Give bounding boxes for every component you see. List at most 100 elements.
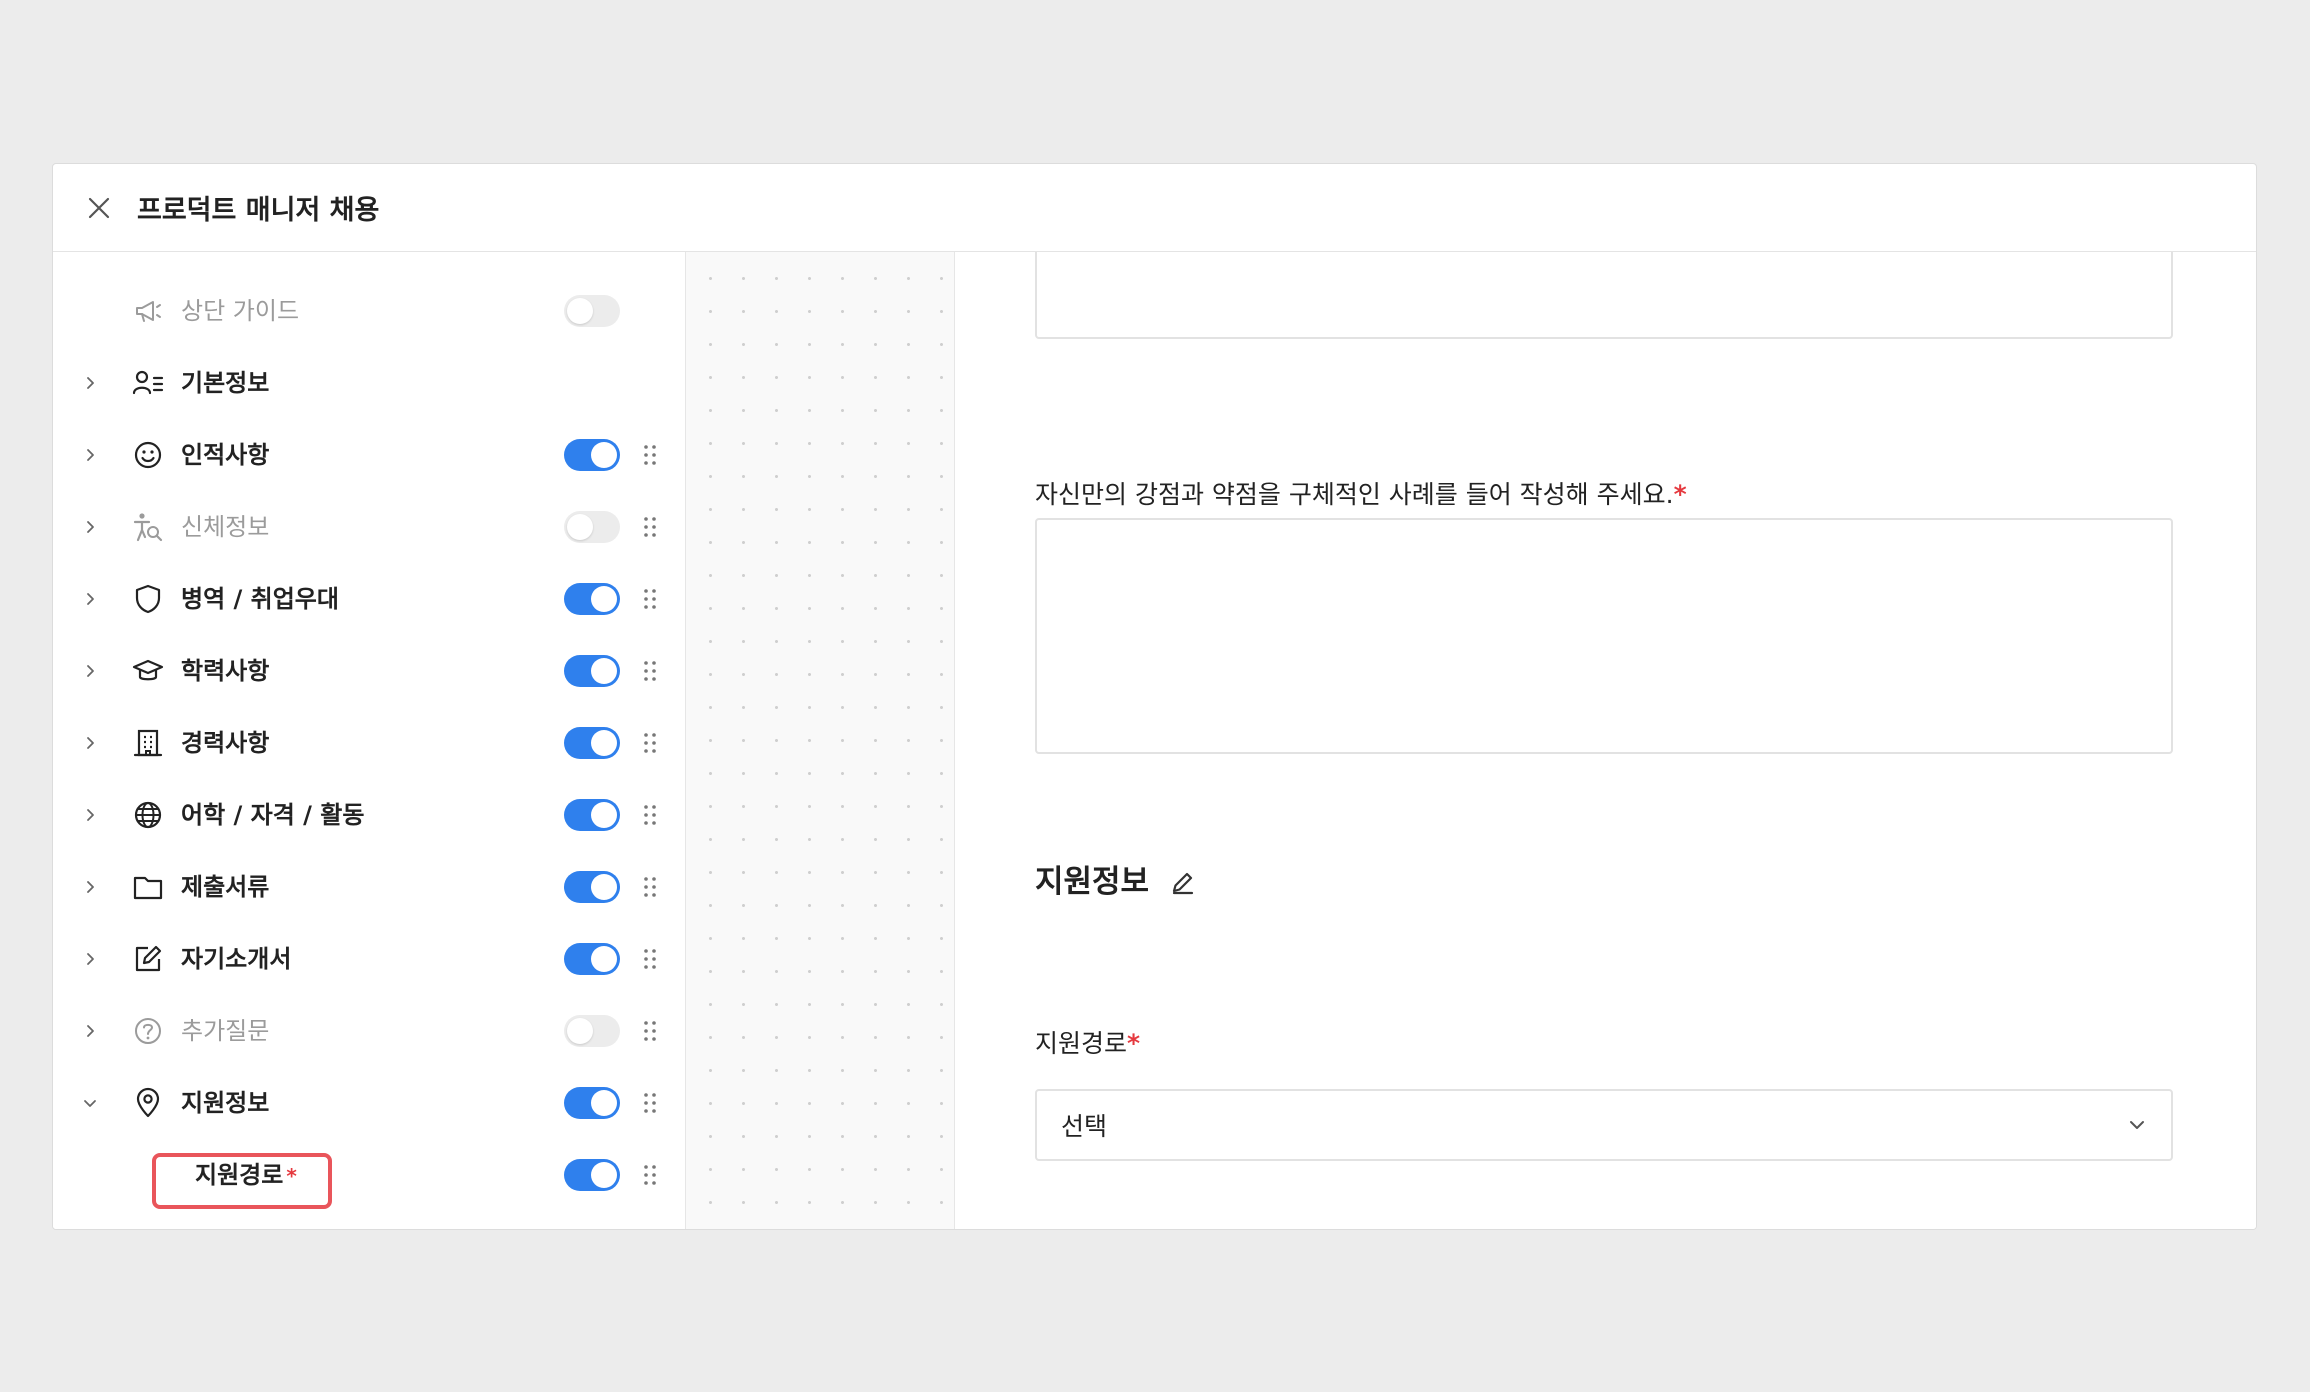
sidebar-item-label: 학력사항 xyxy=(181,657,270,685)
drag-handle-icon xyxy=(644,1093,656,1113)
chevron-right-icon xyxy=(87,449,94,461)
graduation-cap-icon xyxy=(131,654,165,688)
section-toggle[interactable] xyxy=(564,943,620,975)
drag-handle-icon xyxy=(644,805,656,825)
folder-icon xyxy=(131,870,165,904)
sidebar-item[interactable]: 기본정보 xyxy=(53,353,685,413)
toggle-knob xyxy=(567,298,593,324)
toggle-knob xyxy=(591,1090,617,1116)
chevron-right-icon xyxy=(87,665,94,677)
sidebar-item[interactable]: 학력사항 xyxy=(53,641,685,701)
expand-toggle[interactable] xyxy=(75,656,105,686)
sidebar-item[interactable]: 경력사항 xyxy=(53,713,685,773)
section-toggle[interactable] xyxy=(564,799,620,831)
required-mark: * xyxy=(286,1164,297,1188)
section-toggle[interactable] xyxy=(564,1015,620,1047)
close-button[interactable] xyxy=(79,188,119,228)
drag-handle-icon xyxy=(644,1021,656,1041)
section-toggle[interactable] xyxy=(564,1087,620,1119)
required-mark: * xyxy=(1127,1029,1141,1058)
drag-handle[interactable] xyxy=(637,441,663,469)
sidebar-item-label: 신체정보 xyxy=(181,513,270,541)
required-mark: * xyxy=(1673,480,1687,509)
title-bar: 프로덕트 매니저 채용 xyxy=(53,164,2256,252)
select-value: 선택 xyxy=(1061,1112,1108,1141)
section-toggle[interactable] xyxy=(564,1159,620,1191)
strengths-weaknesses-textarea[interactable] xyxy=(1035,518,2173,754)
megaphone-icon xyxy=(131,294,165,328)
sidebar-item-label: 기본정보 xyxy=(181,369,270,397)
expand-toggle[interactable] xyxy=(75,944,105,974)
toggle-knob xyxy=(591,1162,617,1188)
sidebar-item[interactable]: 추가질문 xyxy=(53,1001,685,1061)
expand-toggle[interactable] xyxy=(75,584,105,614)
field-label-text: 지원경로 xyxy=(1035,1029,1128,1058)
sidebar-item[interactable]: 인적사항 xyxy=(53,425,685,485)
sidebar-item[interactable]: 상단 가이드 xyxy=(53,281,685,341)
section-toggle[interactable] xyxy=(564,727,620,759)
previous-answer-textarea[interactable] xyxy=(1035,252,2173,339)
application-route-select[interactable]: 선택 xyxy=(1035,1089,2173,1161)
sidebar-subitem-application-route[interactable]: 지원경로 * xyxy=(53,1145,685,1209)
chevron-down-icon xyxy=(2130,1121,2144,1129)
chevron-right-icon xyxy=(87,953,94,965)
drag-handle-icon xyxy=(644,949,656,969)
shield-icon xyxy=(131,582,165,616)
pencil-icon[interactable] xyxy=(1169,868,1197,896)
drag-handle[interactable] xyxy=(637,945,663,973)
expand-toggle[interactable] xyxy=(75,872,105,902)
section-title-text: 지원정보 xyxy=(1035,864,1150,900)
expand-toggle[interactable] xyxy=(75,1016,105,1046)
expand-toggle[interactable] xyxy=(75,728,105,758)
expand-toggle[interactable] xyxy=(75,512,105,542)
section-title-application-info: 지원정보 xyxy=(1035,862,1197,902)
drag-handle[interactable] xyxy=(637,801,663,829)
chevron-right-icon xyxy=(87,521,94,533)
sidebar-item-label: 자기소개서 xyxy=(181,945,292,973)
body-search-icon xyxy=(131,510,165,544)
sidebar-item-label: 제출서류 xyxy=(181,873,270,901)
toggle-knob xyxy=(591,586,617,612)
toggle-knob xyxy=(591,730,617,756)
expand-toggle[interactable] xyxy=(75,440,105,470)
location-pin-icon xyxy=(131,1086,165,1120)
drag-handle[interactable] xyxy=(637,1161,663,1189)
section-toggle[interactable] xyxy=(564,295,620,327)
expand-toggle[interactable] xyxy=(75,1088,105,1118)
drag-handle-icon xyxy=(644,733,656,753)
sidebar-item-label: 병역 / 취업우대 xyxy=(181,585,339,613)
section-toggle[interactable] xyxy=(564,655,620,687)
chevron-right-icon xyxy=(87,377,94,389)
sidebar-item[interactable]: 어학 / 자격 / 활동 xyxy=(53,785,685,845)
sidebar-item[interactable]: 신체정보 xyxy=(53,497,685,557)
expand-toggle[interactable] xyxy=(75,800,105,830)
section-toggle[interactable] xyxy=(564,511,620,543)
building-icon xyxy=(131,726,165,760)
drag-handle[interactable] xyxy=(637,1089,663,1117)
sidebar-item[interactable]: 제출서류 xyxy=(53,857,685,917)
sidebar-item[interactable]: 지원정보 xyxy=(53,1073,685,1133)
section-toggle[interactable] xyxy=(564,583,620,615)
drag-handle[interactable] xyxy=(637,873,663,901)
sidebar-item-label: 경력사항 xyxy=(181,729,270,757)
chevron-right-icon xyxy=(87,737,94,749)
toggle-knob xyxy=(591,946,617,972)
sidebar-item-label: 어학 / 자격 / 활동 xyxy=(181,801,365,829)
drag-handle[interactable] xyxy=(637,1017,663,1045)
drag-handle[interactable] xyxy=(637,513,663,541)
drag-handle[interactable] xyxy=(637,585,663,613)
sidebar-item[interactable]: 병역 / 취업우대 xyxy=(53,569,685,629)
expand-toggle[interactable] xyxy=(75,368,105,398)
section-toggle[interactable] xyxy=(564,871,620,903)
drag-handle-icon xyxy=(644,445,656,465)
sidebar-item-label: 인적사항 xyxy=(181,441,270,469)
dotted-canvas-area xyxy=(686,252,955,1229)
drag-handle[interactable] xyxy=(637,729,663,757)
subitem-label-text: 지원경로 xyxy=(195,1161,284,1189)
sidebar-item[interactable]: 자기소개서 xyxy=(53,929,685,989)
drag-handle-icon xyxy=(644,1165,656,1185)
drag-handle[interactable] xyxy=(637,657,663,685)
toggle-knob xyxy=(591,658,617,684)
sidebar-item-label: 추가질문 xyxy=(181,1017,270,1045)
section-toggle[interactable] xyxy=(564,439,620,471)
